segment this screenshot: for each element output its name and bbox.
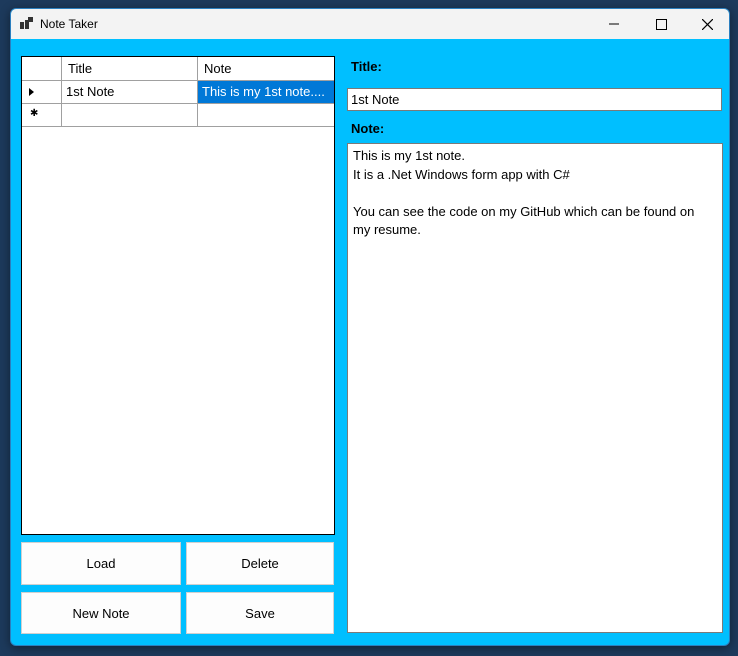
note-label: Note:	[351, 121, 385, 136]
title-input[interactable]: 1st Note	[347, 88, 722, 111]
column-header-note[interactable]: Note	[198, 57, 334, 81]
note-text-line: You can see the code on my GitHub which …	[353, 203, 695, 219]
new-note-button[interactable]: New Note	[21, 592, 181, 634]
row-header-corner[interactable]	[22, 57, 62, 81]
minimize-icon	[609, 23, 619, 25]
close-button[interactable]	[684, 9, 729, 39]
note-text-line: my resume.	[353, 222, 421, 237]
row-header-new[interactable]: ✱	[22, 104, 62, 127]
close-icon	[701, 18, 713, 30]
maximize-icon	[655, 18, 667, 30]
note-text-line: This is my 1st note.	[353, 148, 465, 163]
title-bar[interactable]: Note Taker	[11, 9, 729, 39]
grid-cell-note-selected[interactable]: This is my 1st note....	[198, 81, 334, 104]
app-icon	[20, 17, 33, 29]
row-header-current[interactable]	[22, 81, 62, 104]
grid-new-row-title-cell[interactable]	[62, 104, 198, 127]
note-textarea[interactable]: This is my 1st note. It is a .Net Window…	[347, 143, 723, 633]
grid-new-row-note-cell[interactable]	[198, 104, 334, 127]
window-title: Note Taker	[40, 17, 98, 31]
save-button[interactable]: Save	[186, 592, 334, 634]
notes-grid[interactable]: Title Note 1st Note This is my 1st note.…	[21, 56, 335, 535]
minimize-button[interactable]	[591, 9, 637, 39]
new-row-asterisk-icon: ✱	[30, 108, 39, 119]
delete-button[interactable]: Delete	[186, 542, 334, 585]
title-label: Title:	[351, 59, 382, 74]
load-button[interactable]: Load	[21, 542, 181, 585]
note-text-line: It is a .Net Windows form app with C#	[353, 166, 570, 182]
note-taker-window: Note Taker Title Note 1st Note This is m…	[10, 8, 730, 646]
current-row-arrow-icon	[29, 88, 34, 96]
note-text-line	[353, 184, 717, 203]
column-header-title[interactable]: Title	[62, 57, 198, 81]
grid-cell-title[interactable]: 1st Note	[62, 81, 198, 104]
maximize-button[interactable]	[638, 9, 684, 39]
